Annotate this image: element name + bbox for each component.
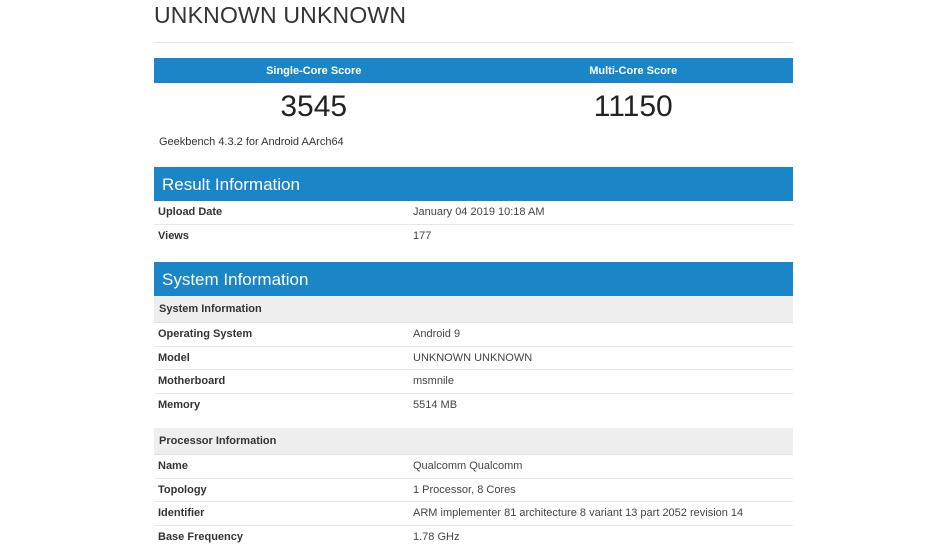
table-row: Topology 1 Processor, 8 Cores: [154, 479, 793, 502]
row-key: Name: [158, 460, 188, 472]
row-key: Motherboard: [158, 375, 226, 387]
table-row: Motherboard msmnile: [154, 370, 793, 394]
system-information-subheader: System Information: [154, 296, 793, 323]
multi-core-score-value: 11150: [593, 90, 673, 123]
table-row: Views 177: [154, 225, 793, 248]
row-key: Views: [158, 229, 189, 242]
row-key: Identifier: [158, 507, 205, 519]
table-row: Base Frequency 1.78 GHz: [154, 526, 793, 549]
row-key: Upload Date: [158, 206, 223, 218]
table-row: Operating System Android 9: [154, 323, 793, 347]
table-row: Name Qualcomm Qualcomm: [154, 455, 793, 479]
system-information-header: System Information: [154, 262, 793, 296]
processor-information-subheader: Processor Information: [154, 428, 793, 455]
device-title: UNKNOWN UNKNOWN: [154, 2, 407, 28]
row-value: Android 9: [413, 328, 461, 340]
row-value: January 04 2019 10:18 AM: [413, 206, 545, 218]
row-key: Operating System: [158, 328, 253, 340]
single-core-score-value: 3545: [280, 90, 348, 123]
row-value: Qualcomm Qualcomm: [413, 460, 523, 472]
benchmark-version: Geekbench 4.3.2 for Android AArch64: [159, 136, 344, 148]
table-row: Identifier ARM implementer 81 architectu…: [154, 502, 793, 526]
row-value: 177: [413, 229, 432, 242]
table-row: Memory 5514 MB: [154, 394, 793, 417]
row-key: Base Frequency: [158, 530, 243, 543]
table-row: Upload Date January 04 2019 10:18 AM: [154, 201, 793, 225]
title-divider: [154, 42, 793, 43]
row-value: UNKNOWN UNKNOWN: [413, 351, 533, 364]
benchmark-result-page: UNKNOWN UNKNOWN Single-Core Score Multi-…: [154, 0, 793, 548]
row-key: Model: [158, 351, 190, 364]
result-information-header: Result Information: [154, 167, 793, 201]
multi-core-score-label: Multi-Core Score: [589, 65, 678, 77]
score-values: 3545 11150: [154, 83, 793, 125]
row-value: msmnile: [413, 375, 454, 387]
row-value: ARM implementer 81 architecture 8 varian…: [413, 507, 744, 519]
score-header-bar: Single-Core Score Multi-Core Score: [154, 58, 793, 83]
row-key: Memory: [158, 398, 201, 411]
table-row: Model UNKNOWN UNKNOWN: [154, 347, 793, 370]
single-core-score-label: Single-Core Score: [266, 65, 362, 77]
row-key: Topology: [158, 483, 207, 496]
row-value: 1.78 GHz: [413, 530, 460, 543]
row-value: 1 Processor, 8 Cores: [413, 483, 516, 496]
row-value: 5514 MB: [413, 398, 458, 411]
